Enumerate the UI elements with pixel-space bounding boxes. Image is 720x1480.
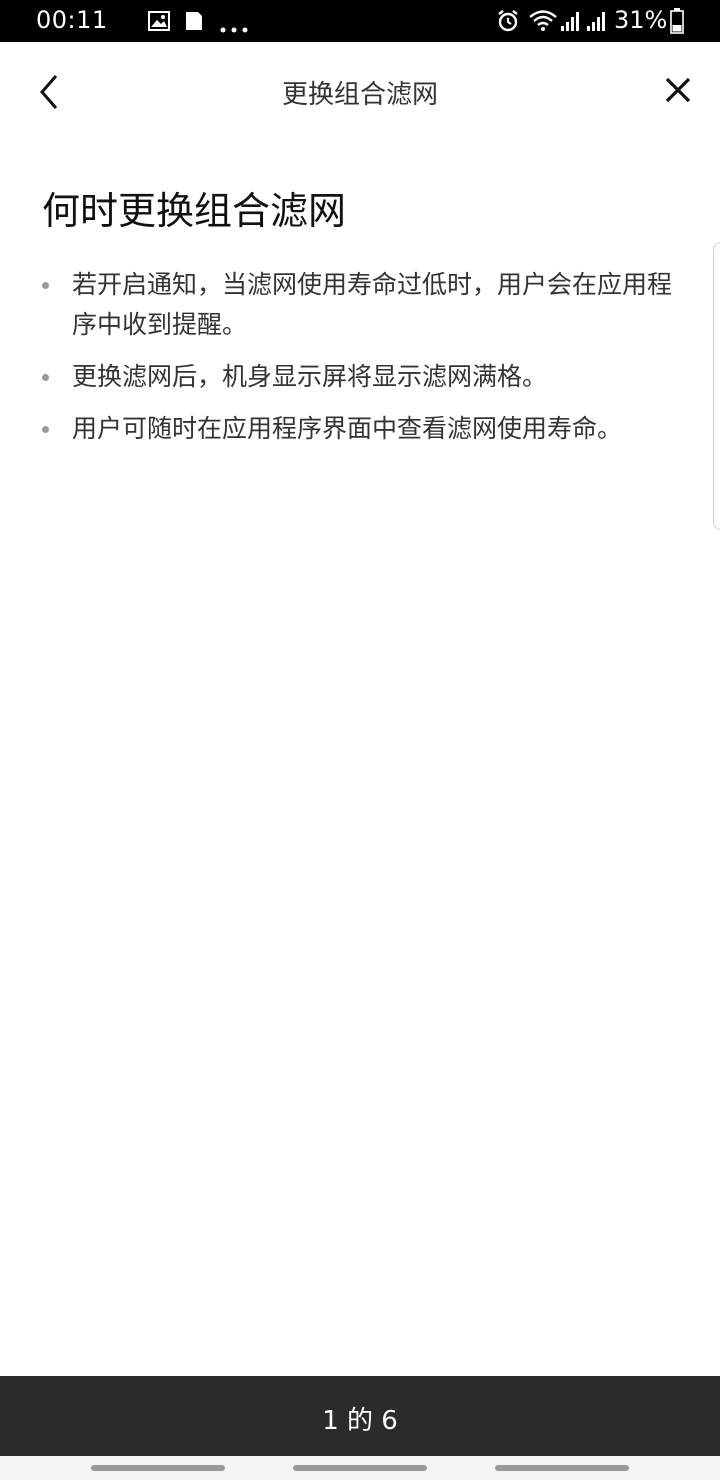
signal-icon — [586, 10, 608, 36]
signal-icon — [560, 10, 582, 36]
list-item: 用户可随时在应用程序界面中查看滤网使用寿命。 — [42, 409, 682, 449]
list-item: 若开启通知，当滤网使用寿命过低时，用户会在应用程序中收到提醒。 — [42, 265, 682, 345]
app-header: 更换组合滤网 — [0, 42, 720, 142]
nav-home-button[interactable] — [293, 1465, 427, 1471]
edge-panel-handle[interactable] — [713, 242, 720, 530]
header-title: 更换组合滤网 — [281, 80, 438, 110]
close-icon — [665, 77, 691, 103]
status-bar: 00:11 31% — [0, 0, 720, 42]
status-time: 00:11 — [36, 6, 108, 34]
page-indicator: 1 的 6 — [322, 1406, 398, 1436]
footer-bar: 1 的 6 — [0, 1376, 720, 1456]
close-button[interactable] — [658, 70, 698, 110]
system-nav-bar — [0, 1456, 720, 1480]
bullet-dot-icon — [42, 374, 49, 381]
more-dots-icon — [220, 18, 248, 37]
nav-recents-button[interactable] — [91, 1465, 225, 1471]
battery-icon — [670, 8, 684, 38]
page-title: 何时更换组合滤网 — [42, 189, 347, 233]
bullet-text: 用户可随时在应用程序界面中查看滤网使用寿命。 — [72, 414, 623, 443]
bullet-list: 若开启通知，当滤网使用寿命过低时，用户会在应用程序中收到提醒。 更换滤网后，机身… — [42, 265, 682, 449]
bullet-text: 若开启通知，当滤网使用寿命过低时，用户会在应用程序中收到提醒。 — [72, 270, 673, 339]
wifi-icon — [528, 8, 558, 36]
bullet-text: 更换滤网后，机身显示屏将显示滤网满格。 — [72, 362, 548, 391]
battery-percentage: 31% — [614, 6, 668, 34]
nav-back-button[interactable] — [495, 1465, 629, 1471]
sim-card-icon — [182, 10, 204, 36]
list-item: 更换滤网后，机身显示屏将显示滤网满格。 — [42, 357, 682, 397]
alarm-icon — [496, 9, 520, 37]
content-area: 何时更换组合滤网 若开启通知，当滤网使用寿命过低时，用户会在应用程序中收到提醒。… — [42, 180, 682, 461]
image-icon — [148, 11, 170, 35]
bullet-dot-icon — [42, 282, 49, 289]
bullet-dot-icon — [42, 426, 49, 433]
